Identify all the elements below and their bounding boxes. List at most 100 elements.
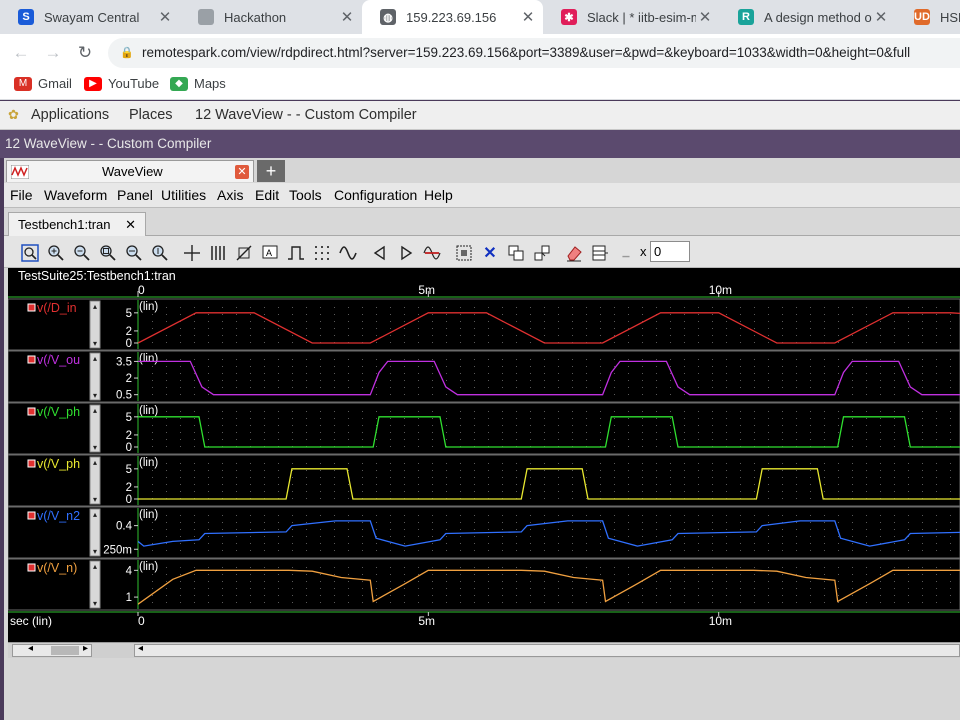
grid-dot <box>670 529 671 530</box>
bookmark-youtube[interactable]: ▶ YouTube <box>84 76 159 91</box>
crosshair-icon[interactable] <box>182 243 202 262</box>
x-cursor-input[interactable]: 0 <box>650 241 690 262</box>
menu-axis[interactable]: Axis <box>217 187 243 203</box>
grid-dot <box>684 602 685 603</box>
signal-select-icon[interactable] <box>27 511 36 520</box>
zoom-y-icon[interactable] <box>150 243 170 262</box>
browser-tab[interactable]: ◍ 159.223.69.156 ✕ <box>362 0 543 34</box>
label-marker-icon[interactable]: A <box>260 243 280 262</box>
close-tab-icon[interactable]: ✕ <box>156 8 174 26</box>
close-tab-icon[interactable]: ✕ <box>519 8 537 26</box>
url-bar[interactable]: 🔒 remotespark.com/view/rdpdirect.html?se… <box>108 38 960 68</box>
select-all-icon[interactable] <box>454 243 474 262</box>
scroll-left-arrow-icon[interactable]: ◂ <box>138 643 143 654</box>
menu-tools[interactable]: Tools <box>289 187 322 203</box>
document-tab-bar: Testbench1:tran ✕ <box>4 208 960 237</box>
grid-dot <box>712 463 713 464</box>
browser-tab[interactable]: ✱ Slack | * iitb-esim-mi ✕ <box>543 0 720 34</box>
delete-wave-icon[interactable] <box>422 243 442 262</box>
grid-dot <box>880 463 881 464</box>
browser-tab[interactable]: RA design method of ✕ <box>720 0 896 34</box>
browser-tab-title: 159.223.69.156 <box>406 9 497 25</box>
grid-dot <box>544 602 545 603</box>
signal-select-icon[interactable] <box>27 407 36 416</box>
next-icon[interactable] <box>396 243 416 262</box>
dropdown-arrow-icon[interactable]: ▁ <box>616 243 636 262</box>
active-window-task[interactable]: 12 WaveView - - Custom Compiler <box>195 107 417 123</box>
close-icon[interactable]: ✕ <box>235 165 249 179</box>
pulse-measure-icon[interactable] <box>286 243 306 262</box>
grid-dot <box>796 439 797 440</box>
grid-dot <box>334 307 335 308</box>
back-arrow-icon[interactable]: ← <box>8 41 34 65</box>
menu-utilities[interactable]: Utilities <box>161 187 206 203</box>
grid-dot <box>418 595 419 596</box>
zoom-fit-icon[interactable] <box>20 243 40 262</box>
forward-arrow-icon[interactable]: → <box>40 41 66 65</box>
delete-icon[interactable]: ✕ <box>480 243 500 262</box>
grid-dot <box>936 359 937 360</box>
browser-tab[interactable]: Hackathon ✕ <box>180 0 362 34</box>
scroll-right-arrow-icon[interactable]: ▸ <box>83 643 88 654</box>
menu-help[interactable]: Help <box>424 187 453 203</box>
signal-select-icon[interactable] <box>27 303 36 312</box>
eraser-icon[interactable] <box>564 243 584 262</box>
close-tab-icon[interactable]: ✕ <box>696 8 714 26</box>
slope-marker-icon[interactable] <box>234 243 254 262</box>
grid-dot <box>264 470 265 471</box>
menu-edit[interactable]: Edit <box>255 187 279 203</box>
sine-wave-icon[interactable] <box>338 243 358 262</box>
bookmark-gmail[interactable]: M Gmail <box>14 76 72 91</box>
grid-dot <box>810 321 811 322</box>
grid-dot <box>740 373 741 374</box>
horizontal-scrollbar[interactable]: ◂ ▸ ◂ <box>8 642 960 658</box>
grid-dot <box>306 529 307 530</box>
zoom-box-icon[interactable] <box>98 243 118 262</box>
menu-waveform[interactable]: Waveform <box>44 187 107 203</box>
reload-icon[interactable]: ↻ <box>72 41 98 65</box>
new-tab-button[interactable]: + <box>257 160 285 182</box>
scrollbar-left-track[interactable]: ◂ ▸ <box>12 643 92 657</box>
vertical-markers-icon[interactable] <box>208 243 228 262</box>
close-tab-icon[interactable]: ✕ <box>338 8 356 26</box>
tab-testbench1-tran[interactable]: Testbench1:tran ✕ <box>8 212 146 237</box>
browser-tab[interactable]: S Swayam Central ✕ <box>0 0 180 34</box>
stack-icon[interactable] <box>532 243 552 262</box>
previous-icon[interactable] <box>370 243 390 262</box>
grid-icon[interactable] <box>312 243 332 262</box>
scroll-left-arrow-icon[interactable]: ◂ <box>28 643 33 654</box>
menu-configuration[interactable]: Configuration <box>334 187 417 203</box>
close-tab-icon[interactable]: ✕ <box>125 213 136 236</box>
bookmark-maps[interactable]: ◆ Maps <box>170 76 226 91</box>
grid-dot <box>278 314 279 315</box>
zoom-x-icon[interactable] <box>124 243 144 262</box>
places-menu[interactable]: Places <box>129 107 173 123</box>
zoom-out-icon[interactable] <box>72 243 92 262</box>
grid-dot <box>558 595 559 596</box>
app-tab-waveview[interactable]: WaveView ✕ <box>6 160 254 182</box>
window-title: 12 WaveView - - Custom Compiler <box>5 136 212 151</box>
grid-dot <box>922 418 923 419</box>
menu-panel[interactable]: Panel <box>117 187 153 203</box>
scroll-thumb[interactable] <box>51 646 79 655</box>
browser-tab[interactable]: UDHSPIC <box>896 0 960 34</box>
grid-dot <box>502 602 503 603</box>
copy-icon[interactable] <box>506 243 526 262</box>
applications-menu[interactable]: Applications <box>31 107 109 123</box>
close-tab-icon[interactable]: ✕ <box>872 8 890 26</box>
scrollbar-right-track[interactable]: ◂ <box>134 643 960 657</box>
signal-select-icon[interactable] <box>27 355 36 364</box>
menu-file[interactable]: File <box>10 187 33 203</box>
waveform-plot[interactable]: TestSuite25:Testbench1:tran0 5m 10mv(/D_in… <box>8 268 960 642</box>
grid-dot <box>642 335 643 336</box>
signal-select-icon[interactable] <box>27 563 36 572</box>
panel-layout-icon[interactable] <box>590 243 610 262</box>
grid-dot <box>852 366 853 367</box>
grid-dot <box>600 491 601 492</box>
grid-dot <box>866 543 867 544</box>
zoom-in-icon[interactable] <box>46 243 66 262</box>
grid-dot <box>460 595 461 596</box>
grid-dot <box>810 418 811 419</box>
signal-select-icon[interactable] <box>27 459 36 468</box>
browser-tab-title: Hackathon <box>224 9 287 25</box>
